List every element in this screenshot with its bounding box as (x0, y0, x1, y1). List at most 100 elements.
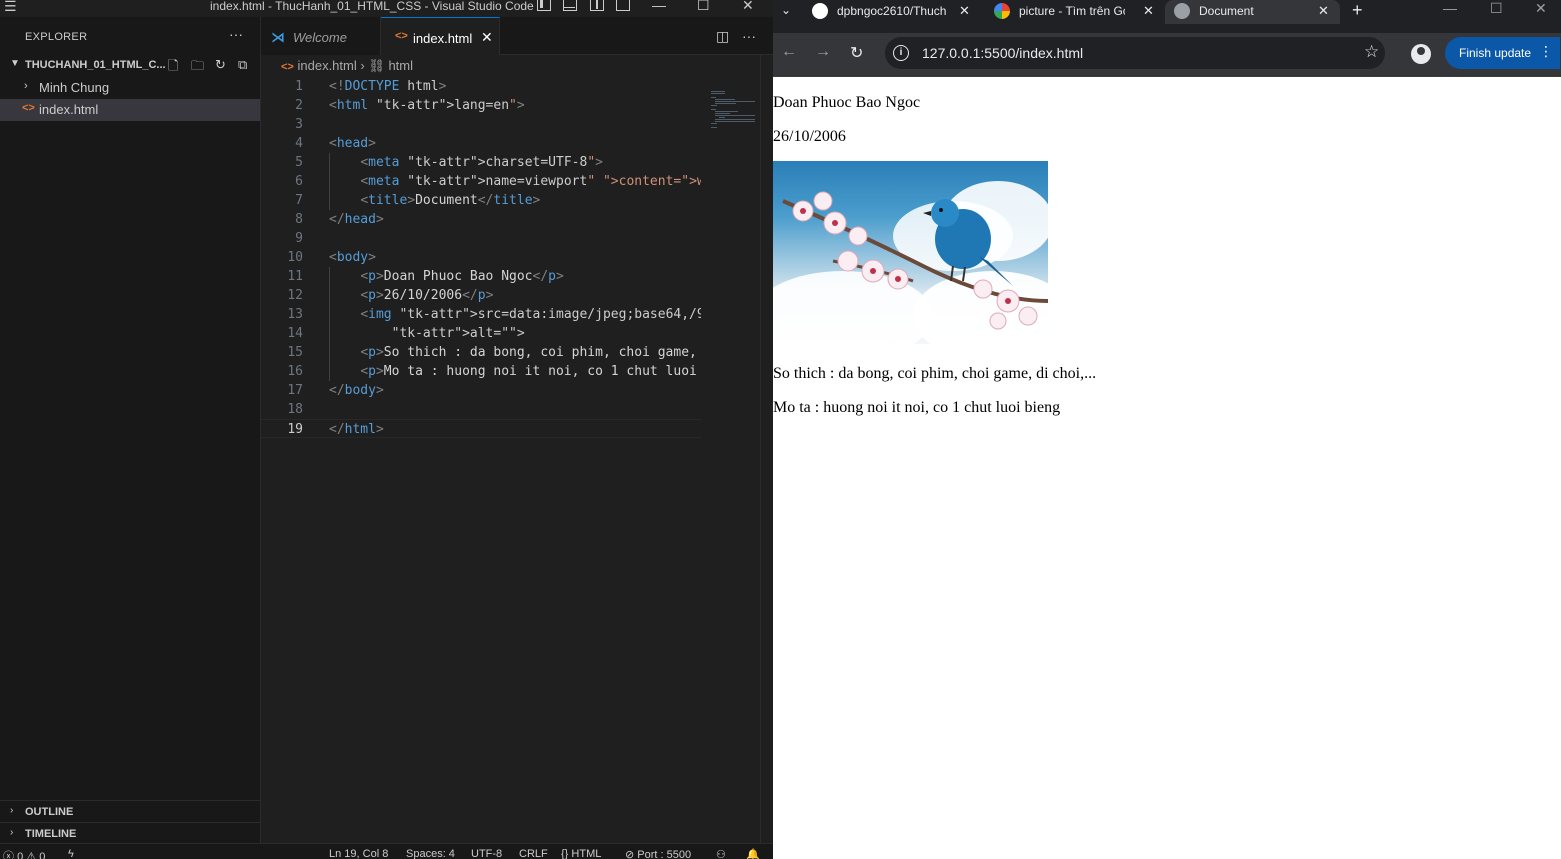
close-window-icon[interactable]: ✕ (1535, 0, 1547, 17)
html-file-icon: <> (22, 102, 35, 114)
code-line[interactable]: 12 <p>26/10/2006</p> (261, 286, 701, 305)
eol-status[interactable]: CRLF (519, 848, 548, 859)
tree-file-index-html[interactable]: <> index.html (0, 99, 260, 121)
minimize-icon[interactable]: — (652, 0, 666, 13)
finish-update-label: Finish update (1459, 46, 1532, 60)
breadcrumb-file[interactable]: index.html (297, 58, 356, 73)
site-info-icon[interactable]: i (893, 45, 909, 61)
bookmark-star-icon[interactable]: ☆ (1364, 42, 1379, 62)
new-folder-icon[interactable]: 🗀 (191, 57, 204, 79)
code-line[interactable]: 10 <body> (261, 248, 701, 267)
code-line[interactable]: 13 <img "tk-attr">src=data:image/jpeg;ba… (261, 305, 701, 324)
explorer-header: EXPLORER (25, 31, 88, 43)
tab-label: picture - Tìm trên Gc (1019, 4, 1125, 18)
code-line[interactable]: 8 </head> (261, 210, 701, 229)
minimap[interactable] (701, 77, 761, 137)
toggle-sidebar-icon[interactable] (537, 0, 551, 11)
code-line[interactable]: 7 <title>Document</title> (261, 191, 701, 210)
code-text: <!DOCTYPE html> (329, 79, 447, 94)
line-number: 2 (295, 98, 303, 113)
more-actions-icon[interactable]: ··· (742, 28, 756, 44)
tab-welcome[interactable]: ⋊ Welcome (261, 17, 381, 55)
problems-status[interactable]: ⓧ 0 ⚠ 0 (3, 848, 45, 859)
folder-section[interactable]: ▼ THUCHANH_01_HTML_C... 🗋 🗀 ↻ ⧉ (0, 55, 260, 77)
outline-label: OUTLINE (25, 806, 74, 818)
editor-tabs: ⋊ Welcome <> index.html ✕ ◫ ··· (261, 17, 773, 55)
code-line[interactable]: 4 <head> (261, 134, 701, 153)
remote-icon[interactable]: ϟ (68, 848, 74, 859)
warning-count: 0 (39, 851, 46, 859)
indentation-status[interactable]: Spaces: 4 (406, 848, 455, 859)
new-tab-icon[interactable]: + (1352, 0, 1363, 21)
close-tab-icon[interactable]: ✕ (1318, 3, 1329, 19)
line-number: 5 (295, 155, 303, 170)
google-icon (994, 3, 1010, 19)
browser-tab-document[interactable]: Document ✕ (1165, 0, 1340, 24)
close-window-icon[interactable]: ✕ (742, 0, 754, 14)
code-line[interactable]: 16 <p>Mo ta : huong noi it noi, co 1 chu… (261, 362, 701, 381)
live-server-port[interactable]: ⊘ Port : 5500 (625, 848, 691, 859)
maximize-icon[interactable]: ☐ (697, 0, 710, 14)
kebab-menu-icon[interactable]: ⋮ (1539, 43, 1553, 60)
symbol-icon: ⛓ (368, 58, 385, 73)
breadcrumb-symbol[interactable]: html (388, 58, 413, 73)
profile-icon[interactable] (1411, 44, 1431, 64)
code-text: <body> (329, 250, 376, 265)
warning-icon: ⚠ (26, 851, 37, 859)
more-actions-icon[interactable]: ··· (229, 26, 243, 42)
code-editor[interactable]: 1 <!DOCTYPE html> 2 <html "tk-attr">lang=en… (261, 77, 701, 457)
close-tab-icon[interactable]: ✕ (481, 29, 493, 46)
code-line[interactable]: 9 (261, 229, 701, 248)
code-line[interactable]: 1 <!DOCTYPE html> (261, 77, 701, 96)
minimap-line (715, 121, 755, 122)
toggle-secondary-sidebar-icon[interactable] (590, 0, 604, 11)
back-icon[interactable]: ← (781, 43, 797, 61)
split-editor-icon[interactable]: ◫ (716, 28, 729, 45)
reload-icon[interactable]: ↻ (850, 43, 863, 63)
code-line[interactable]: 19 </html> (261, 419, 701, 438)
maximize-icon[interactable]: ☐ (1490, 0, 1503, 17)
tree-folder-minh-chung[interactable]: › Minh Chung (0, 77, 260, 99)
refresh-icon[interactable]: ↻ (215, 57, 226, 73)
code-line[interactable]: 2 <html "tk-attr">lang=en"> (261, 96, 701, 115)
code-line[interactable]: 5 <meta "tk-attr">charset=UTF-8"> (261, 153, 701, 172)
code-text: <head> (329, 136, 376, 151)
code-line[interactable]: 6 <meta "tk-attr">name=viewport" ">conte… (261, 172, 701, 191)
minimize-icon[interactable]: — (1443, 0, 1457, 16)
code-line[interactable]: 18 (261, 400, 701, 419)
indent-guide (329, 267, 330, 381)
notifications-icon[interactable]: 🔔 (746, 848, 760, 859)
encoding-status[interactable]: UTF-8 (471, 848, 502, 859)
outline-section[interactable]: › OUTLINE (0, 800, 260, 822)
cursor-position[interactable]: Ln 19, Col 8 (329, 848, 388, 859)
code-text: <p>Doan Phuoc Bao Ngoc</p> (360, 269, 564, 284)
new-file-icon[interactable]: 🗋 (168, 57, 178, 79)
chevron-right-icon: › (24, 80, 28, 92)
page-description: Mo ta : huong noi it noi, co 1 chut luoi… (773, 399, 1061, 416)
toggle-panel-icon[interactable] (563, 0, 577, 11)
menu-icon[interactable]: ☰ (4, 0, 17, 15)
forward-icon[interactable]: → (815, 43, 831, 61)
code-text: <p>So thich : da bong, coi phim, choi ga… (360, 345, 701, 360)
collapse-all-icon[interactable]: ⧉ (238, 57, 247, 73)
code-line[interactable]: 15 <p>So thich : da bong, coi phim, choi… (261, 343, 701, 362)
code-line[interactable]: 14 "tk-attr">alt=""> (261, 324, 701, 343)
error-count: 0 (17, 851, 24, 859)
browser-tab-google[interactable]: picture - Tìm trên Gc ✕ (985, 0, 1161, 24)
close-tab-icon[interactable]: ✕ (1143, 3, 1154, 19)
editor-scrollbar[interactable] (760, 55, 773, 843)
code-line[interactable]: 11 <p>Doan Phuoc Bao Ngoc</p> (261, 267, 701, 286)
finish-update-button[interactable]: Finish update ⋮ (1445, 37, 1560, 69)
address-bar[interactable]: i 127.0.0.1:5500/index.html ☆ (885, 37, 1385, 69)
tab-index-html[interactable]: <> index.html ✕ (381, 17, 500, 55)
browser-toolbar: ← → ↻ i 127.0.0.1:5500/index.html ☆ Fini… (773, 33, 1561, 77)
close-tab-icon[interactable]: ✕ (959, 3, 970, 19)
customize-layout-icon[interactable] (616, 0, 630, 11)
code-line[interactable]: 17 </body> (261, 381, 701, 400)
account-icon[interactable]: ⚇ (716, 848, 726, 859)
line-number: 13 (287, 307, 303, 322)
browser-tab-github[interactable]: dpbngoc2610/Thuch ✕ (803, 0, 975, 24)
timeline-section[interactable]: › TIMELINE (0, 822, 260, 844)
code-line[interactable]: 3 (261, 115, 701, 134)
language-mode[interactable]: {} HTML (561, 848, 601, 859)
